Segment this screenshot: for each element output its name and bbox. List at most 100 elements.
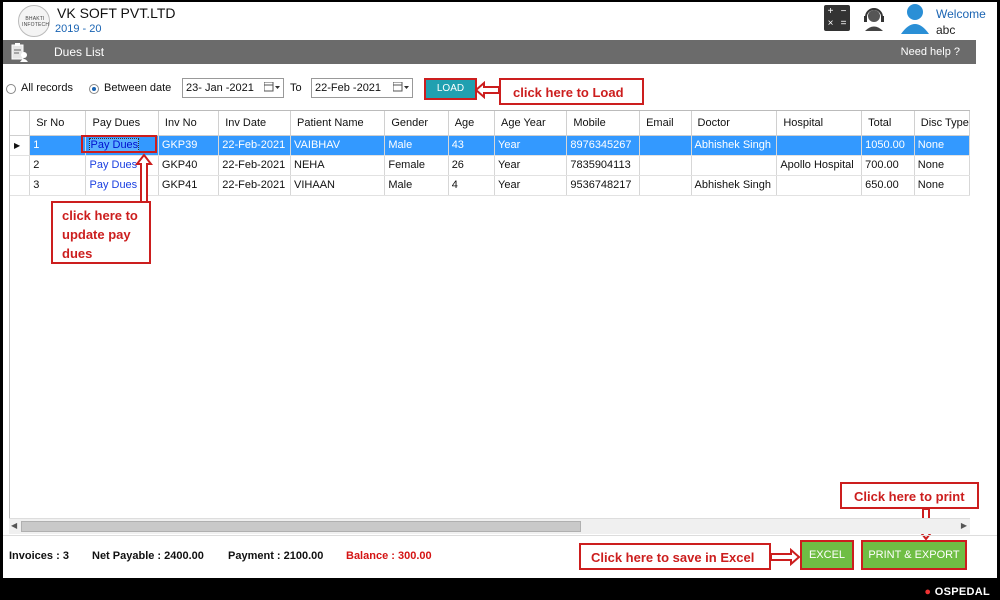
column-header[interactable]: Sr No [29, 111, 87, 136]
row-selector[interactable] [10, 155, 31, 176]
load-annotation-arrow [474, 81, 500, 99]
column-header[interactable]: Hospital [776, 111, 863, 136]
table-row[interactable]: 3 Pay Dues GKP41 22-Feb-2021 VIHAAN Male… [10, 175, 970, 196]
row-selector[interactable]: ▶ [10, 135, 31, 156]
calendar-dropdown-icon[interactable] [264, 82, 280, 93]
cell-inv-no[interactable]: GKP39 [158, 135, 220, 156]
column-header[interactable]: Total [861, 111, 915, 136]
cell-gender[interactable]: Male [384, 175, 449, 196]
username: abc [936, 23, 956, 37]
column-header[interactable]: Age Year [494, 111, 568, 136]
scroll-left-icon[interactable]: ◀ [11, 521, 17, 530]
cell-mobile[interactable]: 9536748217 [566, 175, 641, 196]
column-header[interactable]: Pay Dues [85, 111, 159, 136]
cell-age-year[interactable]: Year [494, 175, 568, 196]
support-headset-icon[interactable] [861, 5, 887, 31]
cell-email[interactable] [639, 135, 692, 156]
cell-patient-name[interactable]: VIHAAN [290, 175, 386, 196]
row-selector[interactable] [10, 175, 31, 196]
to-date-picker[interactable]: 22-Feb -2021 [311, 78, 413, 98]
cell-doctor[interactable] [691, 155, 778, 176]
cell-total[interactable]: 650.00 [861, 175, 915, 196]
cell-age[interactable]: 43 [448, 135, 496, 156]
cell-patient-name[interactable]: VAIBHAV [290, 135, 386, 156]
cell-inv-date[interactable]: 22-Feb-2021 [218, 175, 292, 196]
print-export-button[interactable]: PRINT & EXPORT [861, 540, 967, 570]
dues-grid[interactable]: Sr No Pay Dues Inv No Inv Date Patient N… [9, 110, 970, 518]
cell-age[interactable]: 4 [448, 175, 496, 196]
cell-age-year[interactable]: Year [494, 155, 568, 176]
between-date-label[interactable]: Between date [104, 82, 171, 94]
pay-dues-link[interactable]: Pay Dues [89, 159, 137, 171]
table-row[interactable]: 2 Pay Dues GKP40 22-Feb-2021 NEHA Female… [10, 155, 970, 176]
excel-annotation-arrow [770, 548, 800, 566]
column-header[interactable]: Doctor [691, 111, 778, 136]
page-title: Dues List [54, 45, 105, 59]
column-header[interactable]: Mobile [566, 111, 641, 136]
brand-mark-icon: ● [924, 586, 932, 598]
load-annotation: click here to Load [499, 78, 644, 105]
net-payable-value: 2400.00 [164, 550, 204, 562]
need-help-link[interactable]: Need help ? [901, 46, 960, 58]
cell-sr-no[interactable]: 2 [29, 155, 87, 176]
calculator-icon[interactable]: + − × = [824, 5, 850, 31]
cell-gender[interactable]: Male [384, 135, 449, 156]
cell-doctor[interactable]: Abhishek Singh [691, 135, 778, 156]
scrollbar-thumb[interactable] [21, 521, 581, 532]
cell-disc-type[interactable]: None [914, 175, 970, 196]
welcome-label: Welcome [936, 7, 986, 21]
column-header[interactable]: Gender [384, 111, 449, 136]
load-button[interactable]: LOAD [424, 78, 477, 100]
cell-hospital[interactable] [776, 135, 863, 156]
balance-label: Balance : [346, 550, 395, 562]
cell-patient-name[interactable]: NEHA [290, 155, 386, 176]
cell-email[interactable] [639, 155, 692, 176]
cell-email[interactable] [639, 175, 692, 196]
pay-dues-annotation-line: click here to [62, 208, 138, 223]
cell-inv-no[interactable]: GKP40 [158, 155, 220, 176]
title-bar: Dues List Need help ? [3, 40, 976, 64]
cell-mobile[interactable]: 8976345267 [566, 135, 641, 156]
net-payable-label: Net Payable : [92, 550, 162, 562]
column-header[interactable]: Inv Date [218, 111, 292, 136]
cell-age-year[interactable]: Year [494, 135, 568, 156]
column-header[interactable]: Inv No [158, 111, 220, 136]
column-header[interactable]: Age [448, 111, 496, 136]
horizontal-scrollbar[interactable]: ◀ ▶ [9, 518, 970, 534]
cell-gender[interactable]: Female [384, 155, 449, 176]
excel-button[interactable]: EXCEL [800, 540, 854, 570]
calendar-dropdown-icon[interactable] [393, 82, 409, 93]
cell-doctor[interactable]: Abhishek Singh [691, 175, 778, 196]
balance-summary: Balance : 300.00 [346, 550, 432, 562]
all-records-label[interactable]: All records [21, 82, 73, 94]
net-payable-summary: Net Payable : 2400.00 [92, 550, 204, 562]
column-header[interactable]: Disc Type [914, 111, 970, 136]
cell-inv-no[interactable]: GKP41 [158, 175, 220, 196]
cell-sr-no[interactable]: 1 [29, 135, 87, 156]
cell-sr-no[interactable]: 3 [29, 175, 87, 196]
user-icon[interactable] [900, 2, 930, 34]
invoices-summary: Invoices : 3 [9, 550, 69, 562]
cell-hospital[interactable]: Apollo Hospital [776, 155, 863, 176]
cell-disc-type[interactable]: None [914, 135, 970, 156]
clipboard-user-icon [11, 43, 28, 62]
pay-dues-highlight [81, 135, 157, 153]
from-date-picker[interactable]: 23- Jan -2021 [182, 78, 284, 98]
cell-age[interactable]: 26 [448, 155, 496, 176]
cell-total[interactable]: 700.00 [861, 155, 915, 176]
column-header[interactable]: Email [639, 111, 692, 136]
scroll-right-icon[interactable]: ▶ [961, 521, 967, 530]
cell-inv-date[interactable]: 22-Feb-2021 [218, 135, 292, 156]
brand-logo: ● OSPEDAL [924, 586, 990, 598]
cell-hospital[interactable] [776, 175, 863, 196]
cell-inv-date[interactable]: 22-Feb-2021 [218, 155, 292, 176]
column-header[interactable]: Patient Name [290, 111, 386, 136]
cell-mobile[interactable]: 7835904113 [566, 155, 641, 176]
cell-disc-type[interactable]: None [914, 155, 970, 176]
cell-total[interactable]: 1050.00 [861, 135, 915, 156]
company-logo: BHAKTI INFOTECH [18, 5, 50, 37]
all-records-radio[interactable] [6, 84, 16, 94]
app-frame: BHAKTI INFOTECH VK SOFT PVT.LTD 2019 - 2… [0, 0, 1000, 600]
pay-dues-link[interactable]: Pay Dues [89, 179, 137, 191]
between-date-radio[interactable] [89, 84, 99, 94]
